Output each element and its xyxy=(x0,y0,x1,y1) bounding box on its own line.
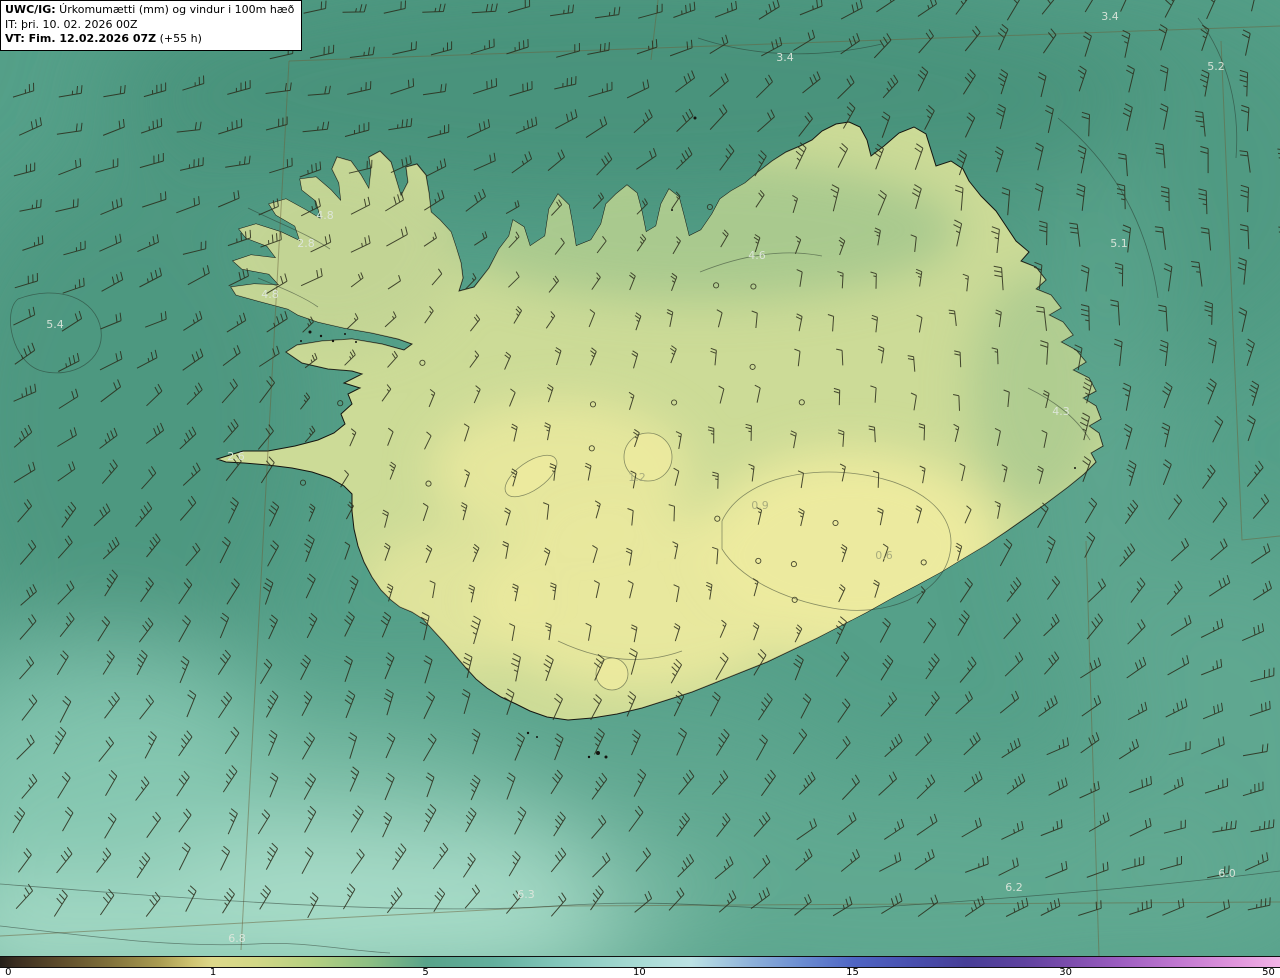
title-line: UWC/IG: Úrkomumætti (mm) og vindur i 100… xyxy=(5,3,294,18)
contour-label: 0.9 xyxy=(751,499,769,512)
contour-label: 0.6 xyxy=(875,549,893,562)
colorbar-tick: 30 xyxy=(1059,967,1072,978)
contour-label: 2.6 xyxy=(227,450,245,463)
contour-label: 4.3 xyxy=(1052,405,1070,418)
contour-label: 4.8 xyxy=(261,288,279,301)
contour-label: 6.3 xyxy=(517,888,535,901)
contour-label: 4.6 xyxy=(748,249,766,262)
contour-label: 5.1 xyxy=(1110,237,1128,250)
contour-label: 5.2 xyxy=(1207,60,1225,73)
colorbar-tick: 10 xyxy=(632,967,646,978)
weather-map: 3.4 3.4 5.2 4.8 2.8 4.6 5.1 4.8 5.4 4.3 2.6 1.2 0.9 0… xyxy=(0,0,1280,978)
colorbar: 0 1 5 10 15 30 50 xyxy=(0,956,1280,978)
colorbar-tick: 15 xyxy=(846,967,859,978)
init-time: IT: þri. 10. 02. 2026 00Z xyxy=(5,17,138,31)
contour-label: 4.8 xyxy=(316,209,334,222)
contour-label: 3.4 xyxy=(776,51,794,64)
precipitation-wind-map: 3.4 3.4 5.2 4.8 2.8 4.6 5.1 4.8 5.4 4.3 2.6 1.2 0.9 0… xyxy=(0,0,1280,956)
colorbar-tick: 5 xyxy=(422,967,429,978)
product-title: Úrkomumætti (mm) og vindur i 100m hæð xyxy=(55,3,295,16)
contour-label: 2.8 xyxy=(297,237,315,250)
contour-label: 6.2 xyxy=(1005,881,1023,894)
title-box: UWC/IG: Úrkomumætti (mm) og vindur i 100… xyxy=(0,0,303,51)
colorbar-tick: 1 xyxy=(209,967,217,978)
contour-label: 6.8 xyxy=(228,932,246,945)
contour-label: 1.2 xyxy=(628,471,646,484)
model-label: UWC/IG: xyxy=(5,3,56,16)
valid-time: VT: Fim. 12.02.2026 07Z (+55 h) xyxy=(5,32,202,46)
colorbar-labels-row: 0 1 5 10 15 30 50 xyxy=(0,967,1280,978)
colorbar-tick: 50 xyxy=(1262,967,1275,978)
contour-label: 6.0 xyxy=(1218,867,1236,880)
contour-label: 5.4 xyxy=(46,318,64,331)
contour-label: 3.4 xyxy=(1101,10,1119,23)
colorbar-tick: 0 xyxy=(5,967,12,978)
